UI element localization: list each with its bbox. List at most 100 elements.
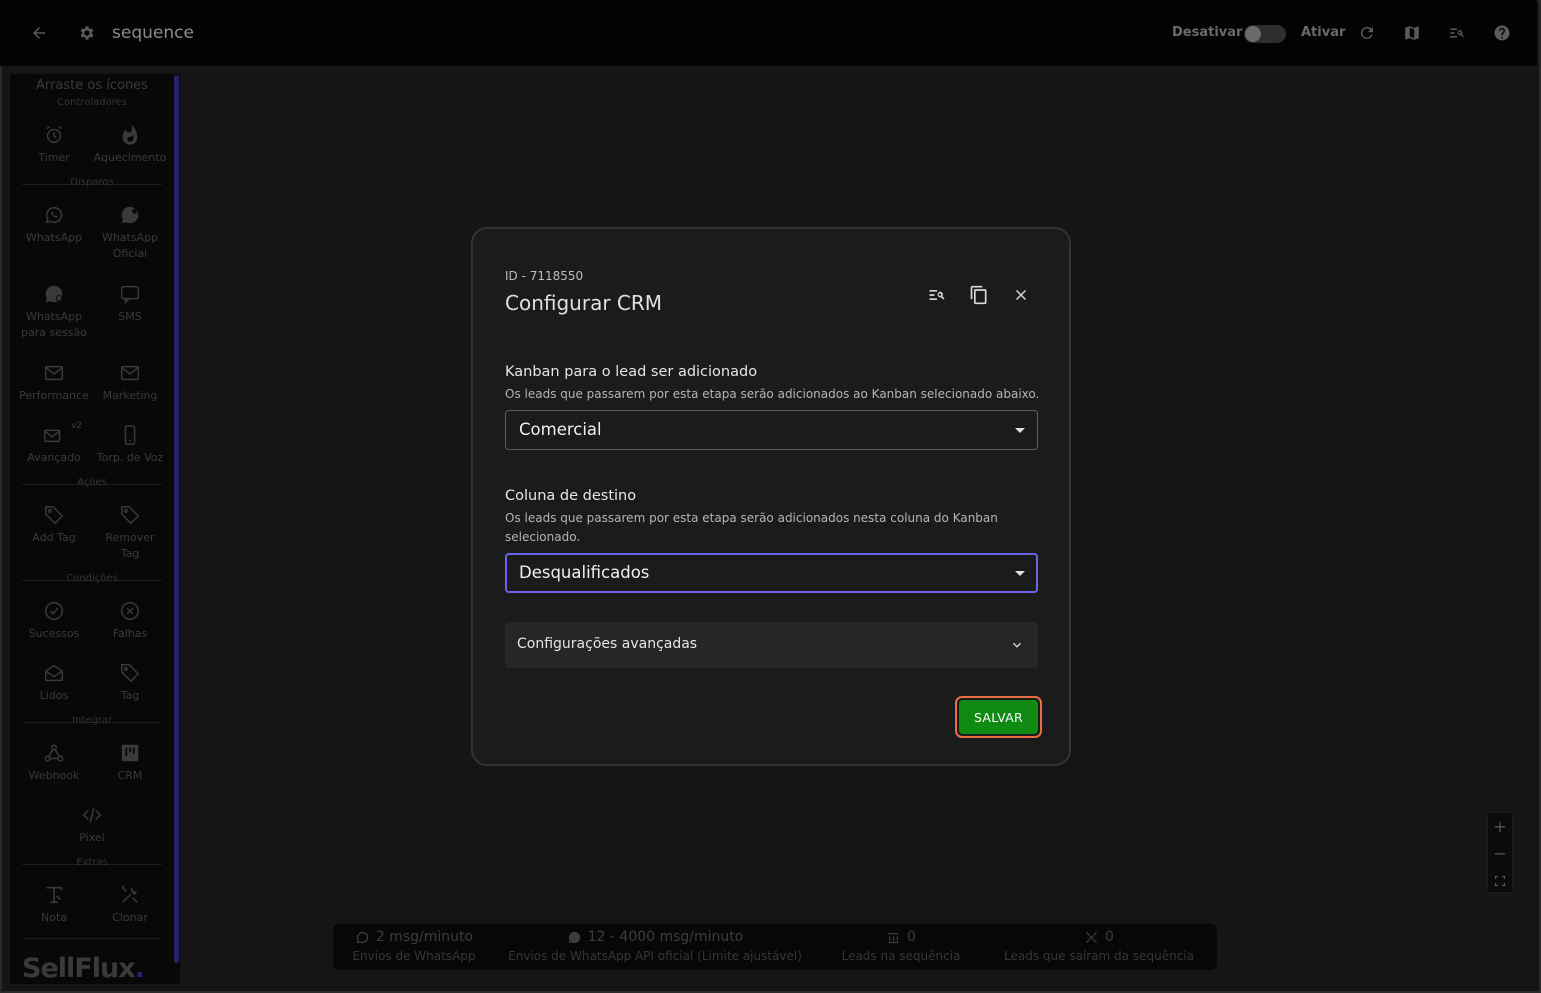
whatsapp-icon (356, 931, 369, 943)
activation-toggle[interactable] (1244, 25, 1286, 43)
palette-performance[interactable]: Performance (16, 362, 92, 404)
stat-label: Leads na sequência (841, 949, 961, 963)
dropdown-arrow-icon (1015, 428, 1025, 433)
configure-crm-dialog: ID - 7118550 Configurar CRM Kanban para … (471, 227, 1071, 766)
palette-whatsapp-oficial[interactable]: WhatsApp Oficial (92, 204, 168, 262)
column-field-help: Os leads que passarem por esta etapa ser… (505, 511, 998, 544)
section-disparos: Disparos (70, 177, 114, 188)
section-integrar: Integrar (71, 715, 113, 726)
close-button[interactable] (1009, 283, 1033, 307)
fullscreen-icon (1494, 875, 1506, 886)
save-button-focus-ring: SALVAR (955, 696, 1042, 738)
search-list-icon[interactable] (1448, 24, 1466, 42)
palette-label: WhatsApp (25, 310, 83, 323)
palette-clonar[interactable]: Clonar (92, 884, 168, 926)
palette-sms[interactable]: SMS (92, 283, 168, 325)
palette-add-tag[interactable]: Add Tag (16, 504, 92, 546)
sidebar-scrollbar[interactable] (174, 75, 179, 963)
gear-icon[interactable] (78, 24, 96, 42)
whatsapp-verified-icon (568, 931, 580, 943)
section-controladores: Controladores (57, 97, 127, 108)
stat-leads-in: 0 Leads na sequência (833, 929, 969, 963)
palette-label: Clonar (112, 911, 148, 924)
palette-label: Timer (38, 151, 70, 164)
stat-whatsapp-api: 12 - 4000 msg/minuto Envios de WhatsApp … (505, 929, 805, 963)
stat-value: 12 - 4000 msg/minuto (587, 929, 744, 945)
palette-whatsapp-sessao[interactable]: WhatsApp para sessão (16, 283, 92, 341)
palette-crm[interactable]: CRM (92, 742, 168, 784)
scatter-exit-icon (1086, 931, 1097, 943)
deactivate-label: Desativar (1172, 25, 1243, 40)
tag-minus-icon (121, 506, 140, 525)
palette-label: Torp. de Voz (96, 451, 164, 464)
stat-label: Envios de WhatsApp (352, 949, 476, 963)
refresh-icon[interactable] (1358, 24, 1376, 42)
palette-whatsapp[interactable]: WhatsApp (16, 204, 92, 246)
palette-label: Avançado (27, 451, 81, 464)
palette-avancado[interactable]: v2 Avançado (16, 421, 92, 466)
stat-value: 0 (907, 929, 916, 945)
phone-icon (124, 425, 136, 445)
stat-label: Leads que saíram da sequência (1004, 949, 1194, 963)
divider (22, 938, 162, 939)
palette-tag[interactable]: Tag (92, 662, 168, 704)
palette-aquecimento[interactable]: Aquecimento (92, 124, 168, 166)
palette-timer[interactable]: Timer (16, 124, 92, 166)
palette-label: WhatsApp (25, 231, 83, 244)
search-list-icon (929, 290, 945, 300)
palette-falhas[interactable]: Falhas (92, 600, 168, 642)
palette-nota[interactable]: Nota (16, 884, 92, 926)
kanban-select[interactable]: Comercial (505, 410, 1038, 450)
zoom-out-button[interactable]: − (1488, 840, 1512, 867)
zoom-controls: + − (1487, 812, 1513, 893)
palette-remover-tag[interactable]: Remover Tag (92, 504, 168, 562)
sequence-stats-bar: 2 msg/minuto Envios de WhatsApp 12 - 400… (333, 924, 1217, 970)
open-envelope-icon (45, 664, 63, 682)
palette-label: Oficial (112, 247, 148, 260)
column-select[interactable]: Desqualificados (505, 553, 1038, 593)
palette-label: Tag (120, 547, 140, 560)
palette-label: Performance (19, 389, 89, 402)
palette-label: Add Tag (32, 531, 76, 544)
palette-label: Webhook (28, 769, 80, 782)
node-id: ID - 7118550 (505, 269, 584, 283)
tools-icon (121, 885, 138, 903)
palette-pixel[interactable]: Pixel (54, 804, 130, 846)
back-arrow-icon[interactable] (30, 24, 48, 42)
whatsapp-verified-icon (121, 206, 139, 224)
palette-label: Remover (105, 531, 155, 544)
close-icon (1015, 289, 1027, 301)
whatsapp-session-icon (45, 285, 63, 303)
palette-lidos[interactable]: Lidos (16, 662, 92, 704)
fit-view-button[interactable] (1488, 867, 1512, 894)
palette-webhook[interactable]: Webhook (16, 742, 92, 784)
email-icon (121, 365, 139, 381)
inspect-button[interactable] (925, 283, 949, 307)
fire-icon (122, 124, 138, 145)
palette-torpedo-voz[interactable]: Torp. de Voz (92, 424, 168, 466)
save-button[interactable]: SALVAR (959, 700, 1038, 734)
palette-label: CRM (117, 769, 143, 782)
webhook-icon (44, 744, 64, 762)
palette-marketing[interactable]: Marketing (92, 362, 168, 404)
stat-whatsapp: 2 msg/minuto Envios de WhatsApp (339, 929, 489, 963)
copy-button[interactable] (967, 283, 991, 307)
palette-label: Falhas (112, 627, 148, 640)
code-icon (82, 807, 102, 823)
palette-label: Lidos (39, 689, 69, 702)
copy-icon (970, 285, 987, 305)
text-note-icon (46, 886, 63, 904)
zoom-in-button[interactable]: + (1488, 813, 1512, 840)
help-icon[interactable] (1493, 24, 1511, 42)
email-icon (45, 365, 63, 381)
palette-sucessos[interactable]: Sucessos (16, 600, 92, 642)
advanced-settings-accordion[interactable]: Configurações avançadas (505, 622, 1038, 668)
palette-label: Pixel (79, 831, 105, 844)
kanban-field-label: Kanban para o lead ser adicionado (505, 364, 758, 380)
column-field-label: Coluna de destino (505, 488, 637, 504)
section-condicoes: Condições (66, 573, 118, 584)
sequence-title: sequence (112, 23, 194, 43)
map-icon[interactable] (1403, 24, 1421, 42)
tag-icon (121, 664, 140, 683)
dropdown-arrow-icon (1015, 571, 1025, 576)
